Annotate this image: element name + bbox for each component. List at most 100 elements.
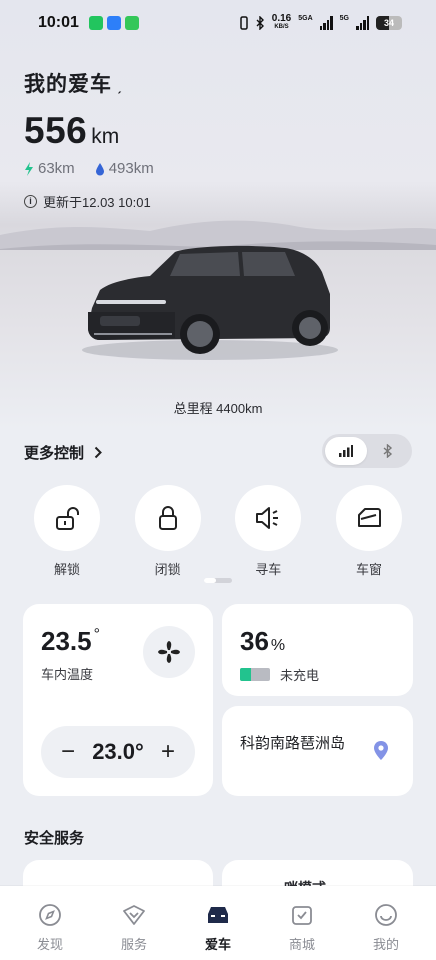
interior-temp-degree: ° — [93, 626, 101, 643]
status-bar: 10:01 0.16 KB/S 5GA 5G 34 — [0, 0, 436, 46]
fan-button[interactable] — [143, 626, 195, 678]
tab-profile[interactable]: 我的 — [344, 886, 428, 960]
car-image[interactable] — [80, 238, 340, 368]
window-label: 车窗 — [355, 562, 382, 577]
bluetooth-icon — [383, 444, 393, 458]
cellular-mode-option[interactable] — [325, 437, 367, 465]
battery-percent: 36 % — [240, 626, 285, 657]
chevron-right-icon — [94, 446, 102, 459]
charging-status: 未充电 — [240, 665, 319, 684]
tab-discover[interactable]: 发现 — [8, 886, 92, 960]
fuel-drop-icon — [95, 162, 104, 175]
more-controls-label: 更多控制 — [24, 445, 85, 462]
status-time: 10:01 — [38, 14, 79, 31]
battery-level-bar — [240, 668, 270, 681]
battery-card[interactable]: 36 % 未充电 — [222, 604, 413, 696]
interior-temp-label: 车内温度 — [41, 667, 94, 682]
tab-my-car[interactable]: 爱车 — [176, 886, 260, 960]
temp-decrease-button[interactable]: − — [59, 738, 77, 766]
compass-icon — [37, 902, 63, 928]
range-unit: km — [91, 125, 120, 148]
signal-2-icon — [356, 16, 369, 30]
info-icon: i — [24, 195, 37, 208]
range-value: 556 — [24, 110, 88, 151]
lock-control[interactable]: 闭锁 — [134, 485, 201, 578]
wechat-icon — [88, 16, 103, 30]
safety-section-title: 安全服务 — [24, 830, 85, 847]
tab-discover-label: 发现 — [36, 937, 63, 952]
charging-status-text: 未充电 — [280, 668, 320, 683]
fuel-range: 493km — [95, 160, 154, 177]
find-car-control[interactable]: 寻车 — [235, 485, 302, 578]
car-icon — [205, 902, 231, 928]
find-car-button[interactable] — [235, 485, 302, 551]
more-controls-link[interactable]: 更多控制 — [24, 442, 102, 463]
climate-card[interactable]: 23.5 ° 车内温度 − 23.0° + — [23, 604, 213, 796]
connection-mode-toggle[interactable] — [322, 434, 412, 468]
messages-icon — [124, 16, 139, 30]
update-time-text: 更新于12.03 10:01 — [43, 195, 151, 210]
lightning-icon — [25, 161, 33, 176]
unlock-label: 解锁 — [53, 562, 80, 577]
window-control[interactable]: 车窗 — [335, 485, 402, 578]
battery-percent-sign: % — [270, 637, 286, 654]
location-address: 科韵南路琶洲岛 — [240, 735, 346, 752]
interior-temp-value: 23.5 — [41, 626, 92, 656]
tab-shop[interactable]: 商城 — [260, 886, 344, 960]
battery-status-level: 34 — [383, 18, 394, 28]
fan-icon — [158, 641, 180, 663]
lock-icon — [158, 506, 177, 530]
pager-dot-active — [204, 578, 216, 583]
network-speed-unit: KB/S — [274, 24, 289, 30]
shop-bag-icon — [289, 902, 315, 928]
battery-status-icon: 34 — [376, 16, 402, 30]
alipay-icon — [106, 16, 121, 30]
quick-controls: 解锁 闭锁 寻车 车窗 — [34, 485, 402, 578]
tab-my-car-label: 爱车 — [204, 937, 231, 952]
tab-profile-label: 我的 — [372, 937, 399, 952]
battery-level-fill — [240, 668, 251, 681]
temp-increase-button[interactable]: + — [159, 738, 177, 766]
network-speed: 0.16 KB/S — [271, 13, 292, 31]
window-button[interactable] — [335, 485, 402, 551]
battery-percent-value: 36 — [240, 626, 269, 656]
unlock-button[interactable] — [34, 485, 100, 551]
electric-range: 63km — [24, 160, 75, 177]
bluetooth-status-icon — [256, 16, 264, 30]
unlock-control[interactable]: 解锁 — [34, 485, 100, 578]
unlock-icon — [56, 507, 79, 530]
status-app-icons — [88, 16, 139, 30]
service-heart-icon — [121, 902, 147, 928]
tab-service-label: 服务 — [120, 937, 147, 952]
location-card[interactable]: 科韵南路琶洲岛 — [222, 706, 413, 796]
electric-range-value: 63km — [38, 160, 75, 177]
vibrate-icon — [240, 16, 248, 30]
status-right: 0.16 KB/S 5GA 5G 34 — [239, 13, 402, 31]
network-speed-value: 0.16 — [271, 13, 292, 24]
bluetooth-mode-option[interactable] — [367, 437, 409, 465]
total-range: 556 km — [24, 110, 119, 152]
fuel-range-value: 493km — [108, 160, 154, 177]
horn-icon — [256, 507, 279, 529]
tab-service[interactable]: 服务 — [92, 886, 176, 960]
update-time: i 更新于12.03 10:01 — [24, 192, 151, 211]
signal-1-label: 5GA — [298, 15, 313, 22]
set-temp-value: 23.0° — [92, 739, 144, 764]
interior-temp: 23.5 ° — [41, 626, 100, 657]
signal-1-icon — [319, 16, 333, 30]
page-title[interactable]: 我的爱车 ˏ — [24, 68, 123, 98]
find-car-label: 寻车 — [255, 562, 282, 577]
window-icon — [357, 508, 381, 527]
odometer: 总里程 4400km — [173, 401, 263, 416]
range-breakdown: 63km 493km — [24, 160, 154, 177]
temp-stepper: − 23.0° + — [41, 726, 195, 778]
cellular-signal-icon — [339, 445, 353, 457]
page-title-text: 我的爱车 — [24, 73, 112, 96]
controls-pager — [204, 578, 232, 583]
bottom-tab-bar: 发现 服务 爱车 商城 我的 — [0, 886, 436, 960]
signal-2-label: 5G — [339, 15, 349, 22]
lock-button[interactable] — [134, 485, 201, 551]
tab-shop-label: 商城 — [288, 937, 315, 952]
profile-icon — [373, 902, 399, 928]
location-pin-icon — [374, 741, 388, 760]
